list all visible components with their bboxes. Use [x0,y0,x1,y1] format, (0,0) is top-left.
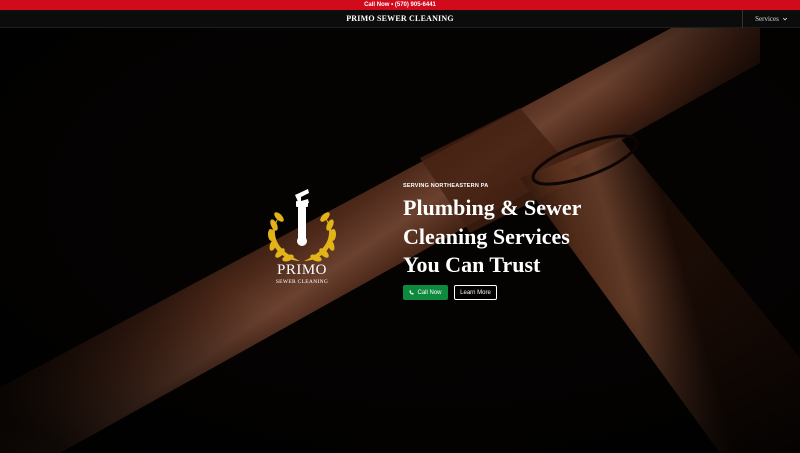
call-now-button[interactable]: Call Now [403,285,448,300]
hero-eyebrow: SERVING NORTHEASTERN PA [403,183,489,189]
navbar: PRIMO SEWER CLEANING Services [0,10,800,28]
logo-name: PRIMO [276,262,327,278]
headline-line-2: Cleaning Services [403,223,570,249]
hero-background-pipes [0,28,800,453]
top-call-bar: Call Now • (570) 905-6441 [0,0,800,10]
wrench-laurel-icon [267,189,337,262]
company-logo[interactable]: PRIMO SEWER CLEANING [262,187,342,287]
call-now-label: Call Now [417,289,442,296]
hero-section [0,28,800,453]
services-menu-label: Services [755,15,779,23]
chevron-down-icon [782,17,787,21]
top-call-link[interactable]: Call Now • (570) 905-6441 [364,0,436,10]
learn-more-button[interactable]: Learn More [454,285,497,300]
site-brand[interactable]: PRIMO SEWER CLEANING [0,10,800,28]
headline-line-3: You Can Trust [403,252,541,277]
hero-headline: Plumbing & Sewer Cleaning Services You C… [403,194,623,280]
services-menu[interactable]: Services [742,10,800,28]
phone-icon [409,290,414,295]
learn-more-label: Learn More [460,289,491,296]
headline-line-1: Plumbing & Sewer [403,195,582,220]
logo-tagline: SEWER CLEANING [275,279,329,285]
